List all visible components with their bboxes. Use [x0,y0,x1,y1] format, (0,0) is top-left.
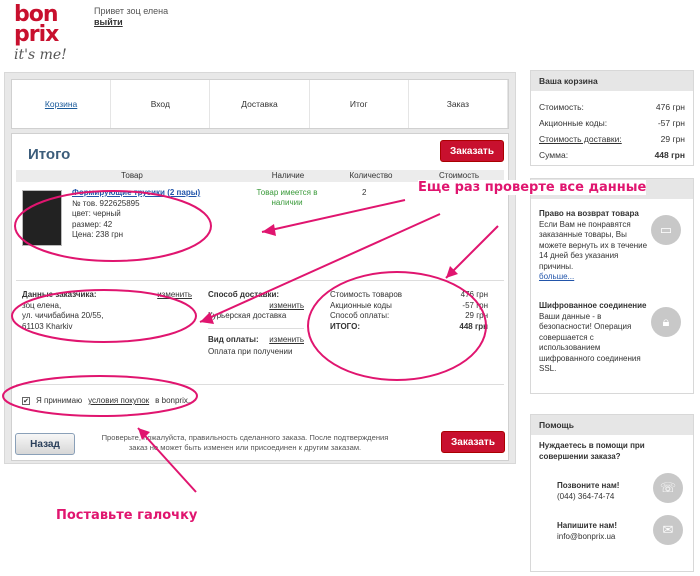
customer-highlight-ellipse [11,289,197,343]
callout-tick-box: Поставьте галочку [56,508,198,523]
terms-highlight-ellipse [2,375,198,417]
arrow-to-product [261,199,406,233]
arrow-to-customer [199,213,441,323]
annotation-overlay [2,190,499,493]
callout-check-data: Еще раз проверте все данные [418,180,647,195]
product-highlight-ellipse [14,190,212,262]
summary-highlight-ellipse [307,271,487,381]
arrow-to-checkbox [137,427,197,493]
